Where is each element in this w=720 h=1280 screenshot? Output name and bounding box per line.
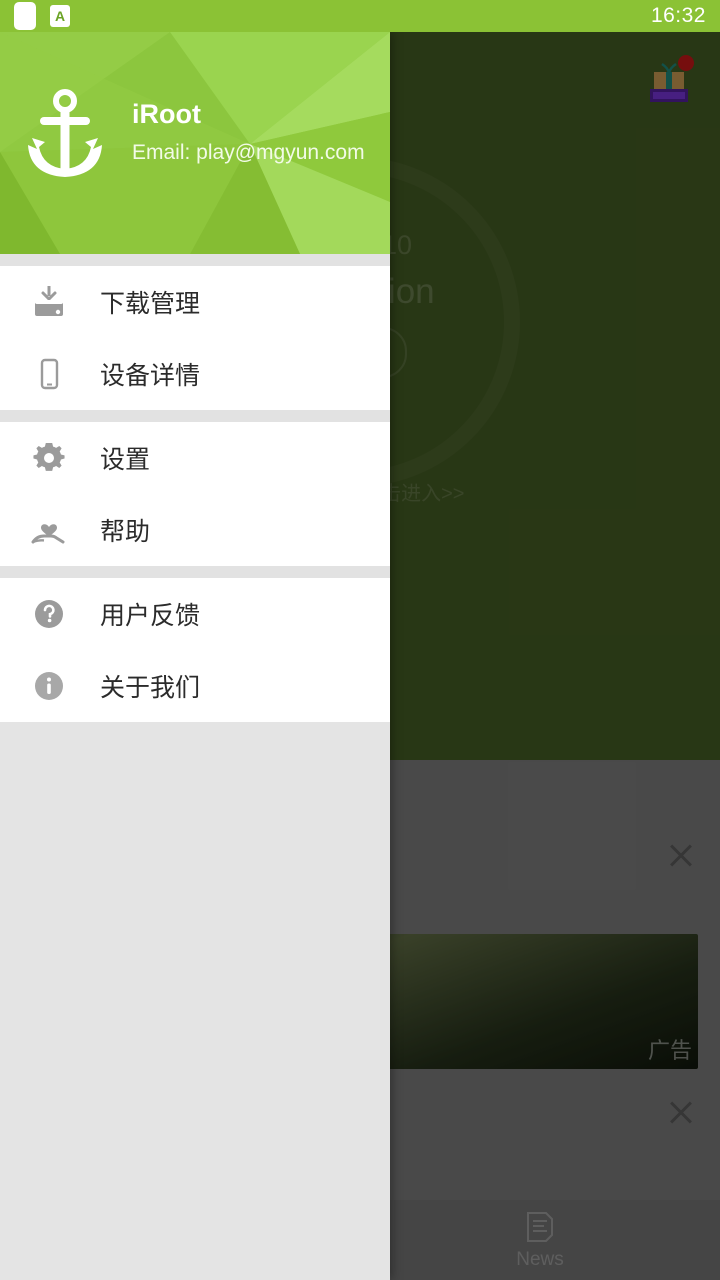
status-bar: A 16:32 [0,0,720,32]
drawer-empty-area [0,722,390,1280]
sidebar-item-download-manager[interactable]: 下载管理 [0,266,390,338]
drawer-divider [0,566,390,578]
download-inbox-icon [24,283,74,321]
white-block-icon [14,2,36,30]
drawer-group-1: 下载管理 设备详情 [0,266,390,410]
profile-email: Email: play@mgyun.com [132,141,365,165]
sidebar-item-label: 下载管理 [100,290,201,318]
drawer-divider [0,410,390,422]
sidebar-item-about-us[interactable]: 关于我们 [0,650,390,722]
profile-name: iRoot [132,99,201,129]
hand-heart-icon [24,511,74,549]
drawer-profile-header[interactable]: iRoot Email: play@mgyun.com [0,32,390,254]
status-bar-clock: 16:32 [650,4,706,27]
sidebar-item-settings[interactable]: 设置 [0,422,390,494]
drawer-group-2: 设置 帮助 [0,422,390,566]
sidebar-item-help[interactable]: 帮助 [0,494,390,566]
sidebar-item-label: 帮助 [100,518,151,546]
profile-text-block: iRoot Email: play@mgyun.com [132,98,365,165]
gear-icon [24,439,74,477]
sidebar-item-device-details[interactable]: 设备详情 [0,338,390,410]
sidebar-item-label: 关于我们 [100,674,201,702]
anchor-icon [22,88,108,188]
info-circle-icon [24,667,74,705]
drawer-divider [0,254,390,266]
phone-icon [24,355,74,393]
sidebar-item-label: 设备详情 [100,362,201,390]
sidebar-item-user-feedback[interactable]: 用户反馈 [0,578,390,650]
navigation-drawer: iRoot Email: play@mgyun.com 下载管理 设备详情 设置… [0,32,390,1280]
sidebar-item-label: 用户反馈 [100,602,201,630]
drawer-group-3: 用户反馈 关于我们 [0,578,390,722]
question-circle-icon [24,595,74,633]
a-app-icon: A [50,5,70,27]
sidebar-item-label: 设置 [100,446,151,474]
